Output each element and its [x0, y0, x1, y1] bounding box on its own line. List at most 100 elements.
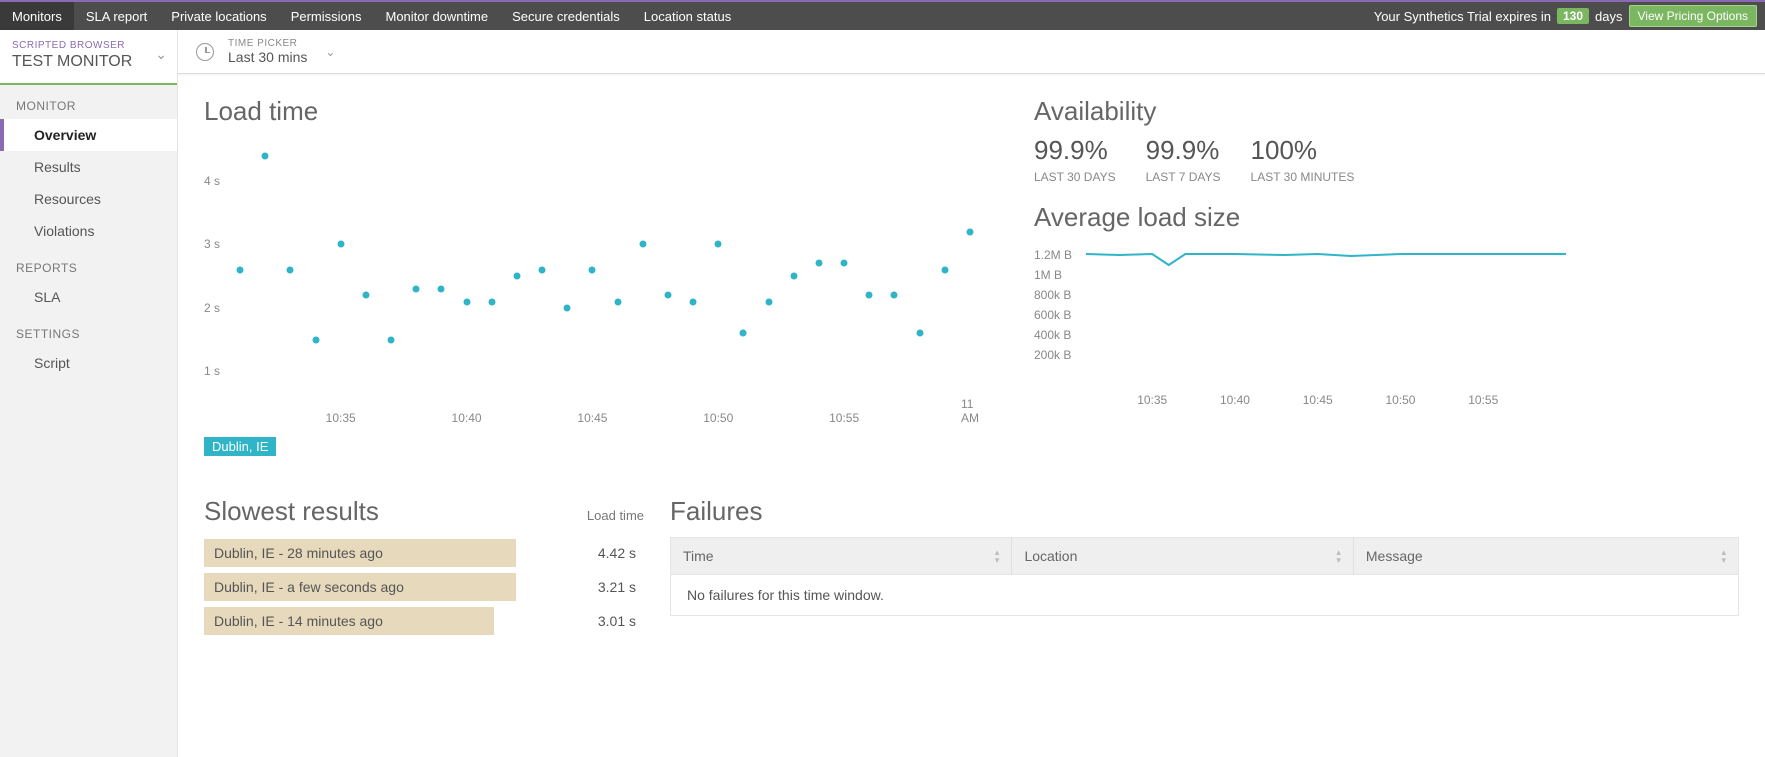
avg-load-size-plot-area[interactable] — [1086, 245, 1566, 375]
failures-empty-message: No failures for this time window. — [671, 574, 1738, 615]
data-point[interactable] — [866, 292, 873, 299]
chevron-down-icon: ⌄ — [325, 45, 335, 59]
data-point[interactable] — [740, 330, 747, 337]
data-point[interactable] — [262, 152, 269, 159]
data-point[interactable] — [413, 285, 420, 292]
sidebar-section-monitor: MONITOR — [0, 85, 177, 119]
y-tick: 1 s — [204, 364, 220, 378]
x-tick: 10:55 — [829, 411, 859, 425]
sort-icon: ▴▾ — [995, 548, 1000, 564]
slowest-value: 3.21 s — [574, 579, 644, 595]
topnav-item-monitor-downtime[interactable]: Monitor downtime — [373, 2, 500, 30]
data-point[interactable] — [841, 260, 848, 267]
data-point[interactable] — [690, 298, 697, 305]
availability-value: 99.9% — [1146, 135, 1221, 166]
slowest-value: 4.42 s — [574, 545, 644, 561]
x-tick: 10:40 — [452, 411, 482, 425]
data-point[interactable] — [664, 292, 671, 299]
y-tick: 600k B — [1034, 308, 1071, 322]
failures-col-time[interactable]: Time▴▾ — [671, 538, 1012, 574]
failures-col-message[interactable]: Message▴▾ — [1354, 538, 1738, 574]
sidebar: SCRIPTED BROWSER TEST MONITOR ⌄ MONITORO… — [0, 30, 178, 757]
time-picker-value: Last 30 mins — [228, 49, 307, 65]
data-point[interactable] — [312, 336, 319, 343]
view-pricing-button[interactable]: View Pricing Options — [1629, 5, 1758, 27]
slowest-row[interactable]: Dublin, IE - a few seconds ago3.21 s — [204, 573, 644, 601]
availability-label: LAST 7 DAYS — [1146, 170, 1221, 184]
x-tick: 10:50 — [703, 411, 733, 425]
load-time-chart: Load time 1 s2 s3 s4 s 10:3510:4010:4510… — [204, 96, 994, 456]
data-point[interactable] — [916, 330, 923, 337]
data-point[interactable] — [790, 273, 797, 280]
data-point[interactable] — [362, 292, 369, 299]
data-point[interactable] — [438, 285, 445, 292]
topnav-item-private-locations[interactable]: Private locations — [159, 2, 278, 30]
data-point[interactable] — [941, 266, 948, 273]
data-point[interactable] — [337, 241, 344, 248]
y-tick: 2 s — [204, 301, 220, 315]
data-point[interactable] — [891, 292, 898, 299]
failures: Failures Time▴▾Location▴▾Message▴▾ No fa… — [670, 496, 1739, 635]
failures-col-location[interactable]: Location▴▾ — [1012, 538, 1353, 574]
data-point[interactable] — [513, 273, 520, 280]
trial-days-label: days — [1595, 9, 1622, 24]
sidebar-item-resources[interactable]: Resources — [0, 183, 177, 215]
topnav-item-monitors[interactable]: Monitors — [0, 2, 74, 30]
sort-icon: ▴▾ — [1336, 548, 1341, 564]
trial-prefix: Your Synthetics Trial expires in — [1374, 9, 1551, 24]
topnav-item-secure-credentials[interactable]: Secure credentials — [500, 2, 632, 30]
data-point[interactable] — [388, 336, 395, 343]
topnav-item-permissions[interactable]: Permissions — [279, 2, 374, 30]
load-time-title: Load time — [204, 96, 994, 127]
y-tick: 200k B — [1034, 348, 1071, 362]
monitor-picker[interactable]: SCRIPTED BROWSER TEST MONITOR ⌄ — [0, 30, 177, 85]
load-time-legend[interactable]: Dublin, IE — [204, 437, 276, 456]
load-time-plot-area[interactable] — [240, 143, 970, 403]
sidebar-item-sla[interactable]: SLA — [0, 281, 177, 313]
data-point[interactable] — [488, 298, 495, 305]
availability-metric: 100% LAST 30 MINUTES — [1251, 135, 1355, 184]
monitor-type-label: SCRIPTED BROWSER — [12, 40, 165, 51]
y-tick: 4 s — [204, 174, 220, 188]
topnav-item-sla-report[interactable]: SLA report — [74, 2, 159, 30]
availability-label: LAST 30 MINUTES — [1251, 170, 1355, 184]
sidebar-item-overview[interactable]: Overview — [0, 119, 177, 151]
data-point[interactable] — [237, 266, 244, 273]
data-point[interactable] — [463, 298, 470, 305]
slowest-results: Slowest results Load time Dublin, IE - 2… — [204, 496, 644, 635]
availability-label: LAST 30 DAYS — [1034, 170, 1116, 184]
data-point[interactable] — [564, 304, 571, 311]
availability-metric: 99.9% LAST 7 DAYS — [1146, 135, 1221, 184]
slowest-row[interactable]: Dublin, IE - 28 minutes ago4.42 s — [204, 539, 644, 567]
availability-value: 100% — [1251, 135, 1355, 166]
availability-value: 99.9% — [1034, 135, 1116, 166]
x-tick: 10:40 — [1220, 393, 1250, 407]
y-tick: 800k B — [1034, 288, 1071, 302]
data-point[interactable] — [815, 260, 822, 267]
y-tick: 400k B — [1034, 328, 1071, 342]
sort-icon: ▴▾ — [1721, 548, 1726, 564]
data-point[interactable] — [639, 241, 646, 248]
failures-title: Failures — [670, 496, 1739, 527]
clock-icon — [196, 43, 214, 61]
slowest-row[interactable]: Dublin, IE - 14 minutes ago3.01 s — [204, 607, 644, 635]
data-point[interactable] — [967, 228, 974, 235]
data-point[interactable] — [589, 266, 596, 273]
topnav-item-location-status[interactable]: Location status — [632, 2, 743, 30]
data-point[interactable] — [539, 266, 546, 273]
sidebar-item-results[interactable]: Results — [0, 151, 177, 183]
slowest-bar: Dublin, IE - 14 minutes ago — [204, 607, 494, 635]
time-picker-label: TIME PICKER — [228, 38, 307, 49]
data-point[interactable] — [614, 298, 621, 305]
sidebar-item-violations[interactable]: Violations — [0, 215, 177, 247]
avg-load-size-chart: 200k B400k B600k B800k B1M B1.2M B 10:35… — [1034, 239, 1574, 409]
availability-metric: 99.9% LAST 30 DAYS — [1034, 135, 1116, 184]
data-point[interactable] — [765, 298, 772, 305]
x-tick: 10:50 — [1385, 393, 1415, 407]
data-point[interactable] — [287, 266, 294, 273]
data-point[interactable] — [715, 241, 722, 248]
sidebar-item-script[interactable]: Script — [0, 347, 177, 379]
time-picker[interactable]: TIME PICKER Last 30 mins ⌄ — [178, 30, 1765, 74]
y-tick: 3 s — [204, 237, 220, 251]
x-tick: 10:55 — [1468, 393, 1498, 407]
